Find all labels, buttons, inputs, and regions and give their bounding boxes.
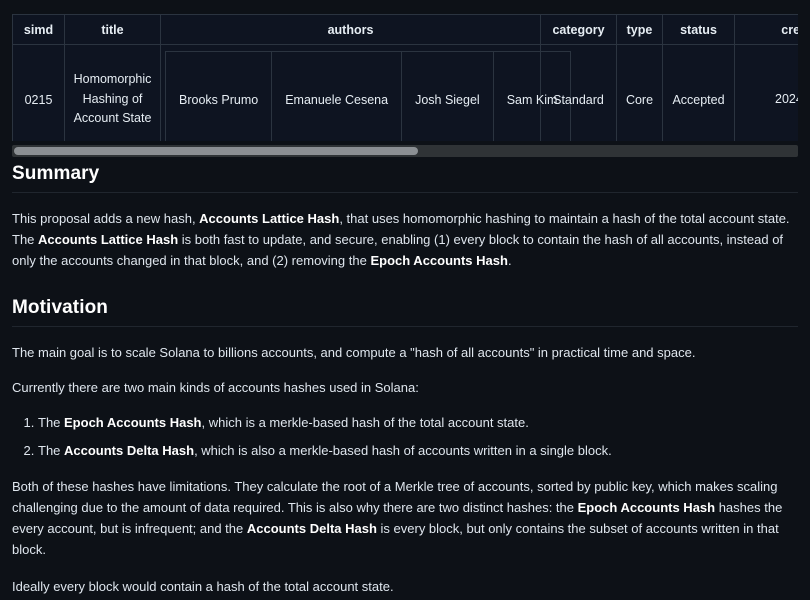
- author-cell: Emanuele Cesena: [271, 51, 403, 141]
- cell-title: Homomorphic Hashing of Account State: [64, 44, 161, 141]
- author-cell: Brooks Prumo: [164, 51, 273, 141]
- table-header: simd title authors category type status …: [12, 14, 798, 45]
- column-header-status: status: [662, 14, 735, 45]
- column-header-simd: simd: [12, 14, 65, 45]
- text-run: The: [38, 415, 65, 431]
- bold-term: Accounts Delta Hash: [64, 443, 195, 459]
- motivation-paragraph-2: Currently there are two main kinds of ac…: [12, 377, 798, 398]
- motivation-paragraph-4: Ideally every block would contain a hash…: [12, 576, 798, 597]
- table-horizontal-scrollbar[interactable]: [12, 145, 798, 157]
- list-item: The Epoch Accounts Hash, which is a merk…: [38, 412, 798, 433]
- scrollbar-thumb[interactable]: [14, 147, 418, 155]
- bold-term: Epoch Accounts Hash: [370, 253, 508, 269]
- section-heading-motivation: Motivation: [12, 297, 798, 328]
- author-cell: Josh Siegel: [401, 51, 494, 141]
- text-run: The: [38, 443, 65, 459]
- motivation-paragraph-3: Both of these hashes have limitations. T…: [12, 476, 798, 560]
- summary-paragraph: This proposal adds a new hash, Accounts …: [12, 208, 798, 271]
- text-run: This proposal adds a new hash,: [12, 211, 200, 226]
- cell-type: Core: [616, 44, 663, 141]
- bold-term: Accounts Lattice Hash: [38, 232, 179, 248]
- bold-term: Epoch Accounts Hash: [577, 500, 716, 516]
- cell-simd: 0215: [12, 44, 65, 141]
- authors-table: Brooks Prumo Emanuele Cesena Josh Siegel…: [164, 51, 572, 141]
- text-run: Ideally every block would contain a hash…: [12, 578, 394, 594]
- motivation-paragraph-1: The main goal is to scale Solana to bill…: [12, 342, 798, 363]
- column-header-type: type: [616, 14, 663, 45]
- authors-row: Brooks Prumo Emanuele Cesena Josh Siegel…: [164, 51, 572, 141]
- column-header-title: title: [64, 14, 161, 45]
- table-body: 0215 Homomorphic Hashing of Account Stat…: [12, 44, 798, 141]
- text-run: The main goal is to scale Solana to bill…: [12, 345, 696, 361]
- column-header-created: created: [734, 14, 798, 45]
- section-heading-summary: Summary: [12, 163, 798, 193]
- table-row: 0215 Homomorphic Hashing of Account Stat…: [12, 44, 798, 141]
- list-item: The Accounts Delta Hash, which is also a…: [38, 440, 798, 461]
- text-run: , which is also a merkle-based hash of a…: [194, 443, 612, 459]
- simd-metadata-table-container: simd title authors category type status …: [12, 14, 798, 141]
- cell-status: Accepted: [662, 44, 735, 141]
- article-content: Summary This proposal adds a new hash, A…: [12, 141, 798, 600]
- cell-authors: Brooks Prumo Emanuele Cesena Josh Siegel…: [160, 44, 572, 141]
- bold-term: Accounts Lattice Hash: [199, 211, 340, 226]
- bold-term: Epoch Accounts Hash: [64, 415, 202, 431]
- table-header-row: simd title authors category type status …: [12, 14, 798, 45]
- simd-metadata-table: simd title authors category type status …: [12, 14, 798, 141]
- bold-term: Accounts Delta Hash: [246, 521, 377, 537]
- cell-created: 2024-12-2: [734, 44, 798, 141]
- column-header-authors: authors: [160, 14, 541, 45]
- accounts-hashes-list: The Epoch Accounts Hash, which is a merk…: [12, 412, 798, 461]
- text-run: , which is a merkle-based hash of the to…: [201, 415, 529, 431]
- text-run: .: [507, 253, 512, 269]
- column-header-category: category: [540, 14, 617, 45]
- text-run: Currently there are two main kinds of ac…: [12, 380, 419, 396]
